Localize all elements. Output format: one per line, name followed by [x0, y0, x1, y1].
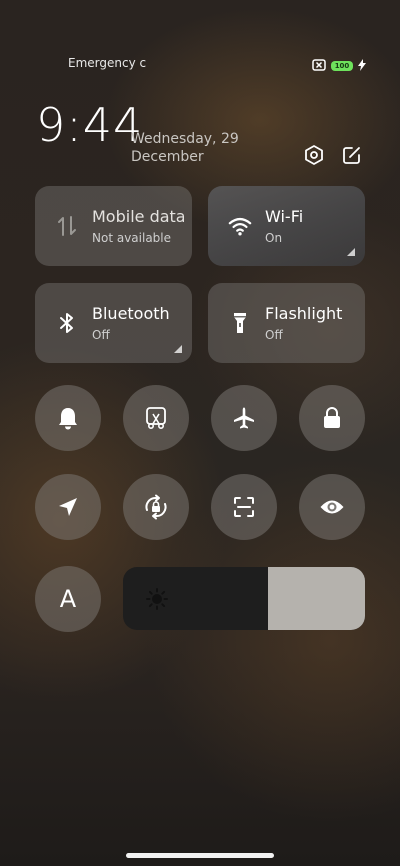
- toggle-scanner[interactable]: [211, 474, 277, 540]
- edit-button[interactable]: [340, 143, 364, 167]
- tile-mobile-data[interactable]: Mobile data Not available: [35, 186, 192, 266]
- status-carrier-text: Emergency c: [68, 56, 147, 70]
- tile-flashlight[interactable]: Flashlight Off: [208, 283, 365, 363]
- toggle-lock-screen[interactable]: [299, 385, 365, 451]
- settings-button[interactable]: [302, 143, 326, 167]
- sim-error-icon: [312, 56, 326, 75]
- expand-corner-icon: [174, 345, 182, 353]
- brightness-slider[interactable]: [123, 567, 365, 630]
- eye-icon: [320, 500, 344, 514]
- settings-icon: [305, 145, 323, 165]
- rotation-lock-icon: [145, 494, 167, 520]
- toggle-rotation-lock[interactable]: [123, 474, 189, 540]
- font-size-label: A: [59, 585, 77, 613]
- airplane-icon: [234, 407, 254, 429]
- tile-state: Off: [92, 328, 110, 342]
- toggle-screenshot[interactable]: [123, 385, 189, 451]
- tile-label: Wi-Fi: [265, 207, 304, 226]
- toggle-location[interactable]: [35, 474, 101, 540]
- bell-icon: [59, 408, 77, 430]
- tile-label: Mobile data: [92, 207, 184, 226]
- flashlight-icon: [228, 311, 252, 335]
- date-line-2: December: [131, 149, 204, 165]
- tile-state: On: [265, 231, 283, 245]
- tile-state: Off: [265, 328, 283, 342]
- battery-icon: 100: [331, 60, 353, 71]
- wifi-icon: [228, 214, 252, 238]
- clock-time: 9:44: [36, 98, 144, 152]
- tile-wifi[interactable]: Wi-Fi On: [208, 186, 365, 266]
- toggle-airplane[interactable]: [211, 385, 277, 451]
- tile-label: Bluetooth: [92, 304, 170, 323]
- scan-icon: [234, 497, 254, 517]
- status-icons: 100: [312, 56, 366, 75]
- tile-label: Flashlight: [265, 304, 343, 323]
- edit-icon: [343, 147, 360, 164]
- tile-bluetooth[interactable]: Bluetooth Off: [35, 283, 192, 363]
- expand-corner-icon: [347, 248, 355, 256]
- date-text: Wednesday, 29 December: [131, 130, 239, 166]
- brightness-sun-icon: [146, 588, 168, 610]
- brightness-fill: [268, 567, 365, 630]
- font-size-button[interactable]: A: [35, 566, 101, 632]
- date-line-1: Wednesday, 29: [131, 131, 239, 147]
- mobile-data-icon: [55, 214, 79, 238]
- toggle-ringer[interactable]: [35, 385, 101, 451]
- home-indicator[interactable]: [126, 853, 274, 858]
- toggle-reading-mode[interactable]: [299, 474, 365, 540]
- bluetooth-icon: [55, 311, 79, 335]
- lock-icon: [324, 407, 340, 428]
- tile-state: Not available: [92, 231, 172, 245]
- charging-bolt-icon: [358, 56, 366, 75]
- location-icon: [59, 498, 77, 516]
- screenshot-icon: [146, 407, 166, 429]
